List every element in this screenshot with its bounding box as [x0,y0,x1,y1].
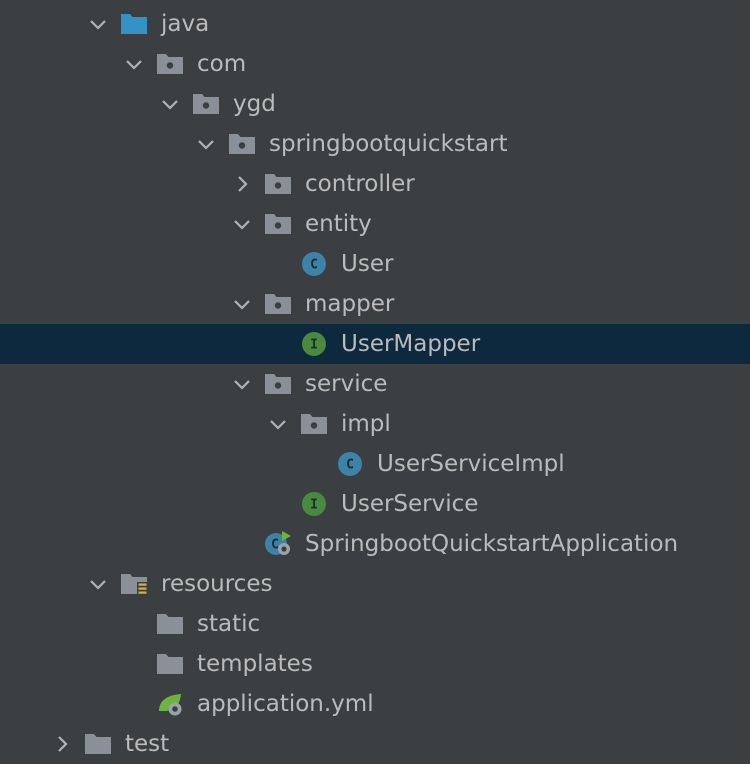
chevron-down-icon[interactable] [194,132,218,156]
tree-folder-row[interactable]: entity [0,204,750,244]
tree-file-row[interactable]: I UserService [0,484,750,524]
svg-text:C: C [310,258,318,273]
tree-item-label: test [125,731,170,757]
package-folder-icon [264,292,292,316]
tree-folder-row[interactable]: springbootquickstart [0,124,750,164]
tree-item-label: static [197,611,261,637]
chevron-down-icon[interactable] [86,572,110,596]
spring-config-icon [156,692,184,716]
tree-item-label: UserMapper [341,331,481,357]
tree-item-label: controller [305,171,415,197]
tree-item-label: SpringbootQuickstartApplication [305,531,679,557]
tree-item-label: java [161,11,210,37]
tree-item-label: User [341,251,394,277]
source-folder-icon [120,12,148,36]
tree-file-row[interactable]: templates [0,644,750,684]
tree-file-row[interactable]: application.yml [0,684,750,724]
svg-text:I: I [310,338,318,353]
svg-text:C: C [346,458,354,473]
package-folder-icon [192,92,220,116]
tree-item-label: resources [161,571,273,597]
tree-folder-row[interactable]: controller [0,164,750,204]
package-folder-icon [156,52,184,76]
package-folder-icon [264,172,292,196]
tree-item-label: springbootquickstart [269,131,508,157]
chevron-right-icon[interactable] [230,172,254,196]
package-folder-icon [228,132,256,156]
resources-folder-icon [120,572,148,596]
tree-item-label: templates [197,651,313,677]
interface-icon: I [300,492,328,516]
folder-icon [84,732,112,756]
tree-folder-row[interactable]: mapper [0,284,750,324]
svg-text:C: C [271,538,279,553]
tree-file-row[interactable]: C UserServiceImpl [0,444,750,484]
folder-icon [156,612,184,636]
tree-folder-row[interactable]: service [0,364,750,404]
chevron-down-icon[interactable] [230,212,254,236]
tree-folder-row[interactable]: test [0,724,750,764]
tree-folder-row[interactable]: java [0,4,750,44]
folder-icon [156,652,184,676]
chevron-down-icon[interactable] [266,412,290,436]
tree-item-label: entity [305,211,372,237]
tree-item-label: service [305,371,388,397]
tree-folder-row[interactable]: impl [0,404,750,444]
package-folder-icon [264,372,292,396]
tree-item-label: application.yml [197,691,374,717]
tree-folder-row[interactable]: ygd [0,84,750,124]
interface-icon: I [300,332,328,356]
chevron-down-icon[interactable] [230,372,254,396]
project-tree: java com ygd springbootquickstart controller… [0,0,750,757]
tree-item-label: impl [341,411,391,437]
tree-folder-row[interactable]: com [0,44,750,84]
tree-file-row[interactable]: C User [0,244,750,284]
tree-file-row[interactable]: static [0,604,750,644]
tree-item-label: mapper [305,291,395,317]
tree-item-label: com [197,51,247,77]
chevron-right-icon[interactable] [50,732,74,756]
class-icon: C [300,252,328,276]
svg-text:I: I [310,498,318,513]
tree-folder-row[interactable]: resources [0,564,750,604]
chevron-down-icon[interactable] [122,52,146,76]
chevron-down-icon[interactable] [230,292,254,316]
spring-boot-app-icon: C [264,531,292,556]
chevron-down-icon[interactable] [158,92,182,116]
chevron-down-icon[interactable] [86,12,110,36]
class-icon: C [336,452,364,476]
tree-file-row[interactable]: C SpringbootQuickstartApplication [0,524,750,564]
tree-file-row[interactable]: I UserMapper [0,324,750,364]
tree-item-label: UserService [341,491,479,517]
package-folder-icon [300,412,328,436]
package-folder-icon [264,212,292,236]
tree-item-label: UserServiceImpl [377,451,565,477]
tree-item-label: ygd [233,91,276,117]
